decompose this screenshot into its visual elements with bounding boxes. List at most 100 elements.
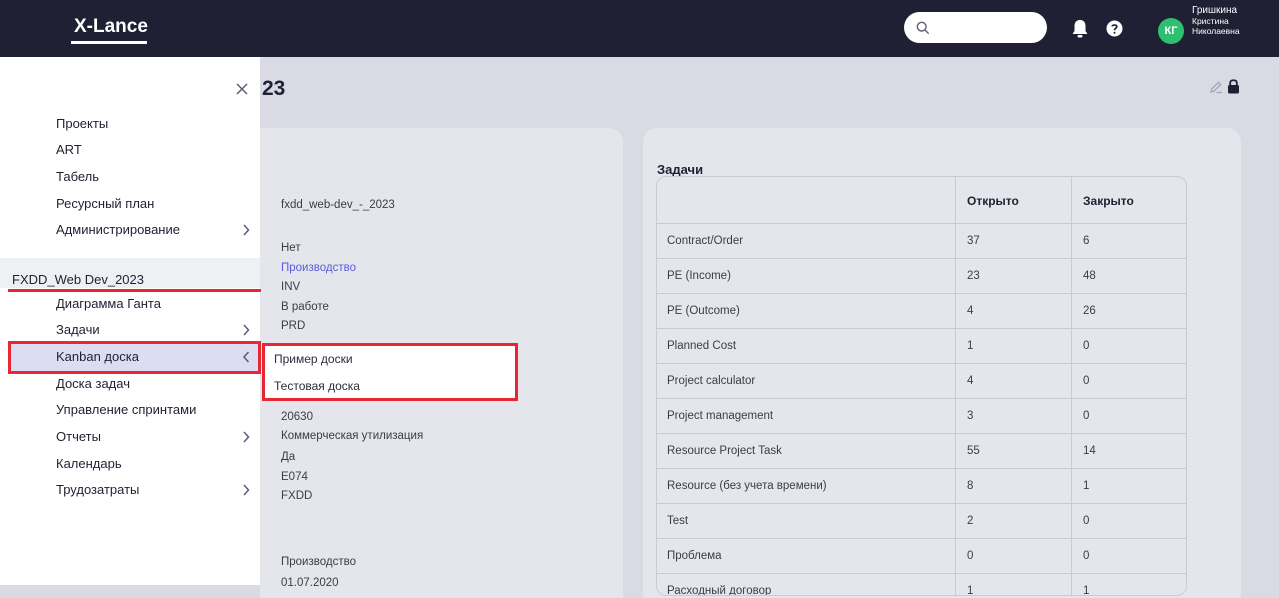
info-value: Да — [281, 451, 296, 463]
kanban-submenu: Пример доски Тестовая доска — [262, 343, 518, 401]
sidebar-item-kanban[interactable]: Kanban доска — [56, 347, 139, 367]
logo-underline — [71, 41, 147, 44]
info-value: Коммерческая утилизация — [281, 430, 424, 442]
column-header-open: Открыто — [967, 194, 1019, 208]
sidebar-item-art[interactable]: ART — [56, 140, 82, 160]
closed-count-cell: 0 — [1083, 550, 1090, 562]
lock-icon[interactable] — [1227, 78, 1240, 94]
sidebar-item-calendar[interactable]: Календарь — [56, 454, 122, 474]
sidebar-item-timesheet[interactable]: Табель — [56, 167, 99, 187]
help-icon[interactable] — [1106, 20, 1123, 37]
close-icon[interactable] — [235, 82, 249, 96]
table-divider — [657, 223, 1186, 224]
avatar[interactable]: КГ — [1158, 18, 1184, 44]
chevron-right-icon[interactable] — [242, 431, 250, 443]
closed-count-cell: 26 — [1083, 305, 1096, 317]
closed-count-cell: 6 — [1083, 235, 1090, 247]
task-type-cell: Project calculator — [667, 375, 756, 387]
closed-count-cell: 48 — [1083, 270, 1096, 282]
info-value: PRD — [281, 320, 306, 332]
sidebar-item-tasks[interactable]: Задачи — [56, 320, 100, 340]
search-input[interactable] — [936, 19, 1040, 36]
table-divider — [657, 503, 1186, 504]
chevron-right-icon[interactable] — [242, 324, 250, 336]
chevron-right-icon[interactable] — [242, 224, 250, 236]
task-type-cell: Расходный договор — [667, 585, 772, 596]
sidebar-item-sprints[interactable]: Управление спринтами — [56, 400, 196, 420]
task-type-cell: Contract/Order — [667, 235, 744, 247]
user-first-name: Кристина — [1192, 16, 1229, 26]
task-type-cell: Planned Cost — [667, 340, 737, 352]
info-value: INV — [281, 281, 301, 293]
table-divider — [657, 538, 1186, 539]
table-divider — [1071, 177, 1072, 595]
tasks-table: Открыто Закрыто Contract/Order 37 6 PE (Inc… — [656, 176, 1187, 596]
table-divider — [657, 293, 1186, 294]
info-code: fxdd_web-dev_-_2023 — [281, 199, 395, 211]
open-count-cell: 37 — [967, 235, 980, 247]
content-header — [260, 57, 1279, 127]
open-count-cell: 8 — [967, 480, 974, 492]
table-divider — [657, 398, 1186, 399]
search-box[interactable] — [904, 12, 1047, 43]
tasks-title: Задачи — [657, 162, 704, 177]
sidebar-item-administration[interactable]: Администрирование — [56, 220, 180, 240]
task-type-cell: PE (Outcome) — [667, 305, 740, 317]
closed-count-cell: 0 — [1083, 340, 1090, 352]
open-count-cell: 55 — [967, 445, 980, 457]
pencil-icon[interactable] — [1209, 80, 1223, 94]
table-divider — [657, 433, 1186, 434]
search-icon — [916, 21, 930, 34]
task-type-cell: Test — [667, 515, 689, 527]
sidebar-item-projects[interactable]: Проекты — [56, 114, 108, 134]
table-divider — [657, 573, 1186, 574]
info-value: FXDD — [281, 490, 313, 502]
open-count-cell: 1 — [967, 340, 974, 352]
sidebar-item-resource-plan[interactable]: Ресурсный план — [56, 194, 154, 214]
closed-count-cell: 0 — [1083, 410, 1090, 422]
highlight-underline — [8, 289, 261, 292]
page-title: 23 — [262, 77, 286, 100]
sidebar-item-gantt[interactable]: Диаграмма Ганта — [56, 294, 161, 314]
user-name[interactable]: Гришкина Кристина Николаевна — [1192, 5, 1272, 37]
table-divider — [657, 363, 1186, 364]
info-value: E074 — [281, 471, 308, 483]
info-link[interactable]: Производство — [281, 261, 356, 275]
info-value: Нет — [281, 242, 301, 254]
user-last-name: Гришкина — [1192, 5, 1238, 16]
info-value: Производство — [281, 556, 356, 568]
user-middle-name: Николаевна — [1192, 26, 1240, 36]
bell-icon[interactable] — [1071, 19, 1089, 39]
column-header-closed: Закрыто — [1083, 194, 1134, 208]
closed-count-cell: 0 — [1083, 375, 1090, 387]
submenu-item-board-example[interactable]: Пример доски — [274, 352, 353, 366]
open-count-cell: 4 — [967, 375, 974, 387]
project-title[interactable]: FXDD_Web Dev_2023 — [12, 270, 144, 290]
closed-count-cell: 14 — [1083, 445, 1096, 457]
app-logo[interactable]: X-Lance — [71, 14, 151, 40]
sidebar-item-task-board[interactable]: Доска задач — [56, 374, 130, 394]
task-type-cell: Resource (без учета времени) — [667, 480, 827, 492]
submenu-item-test-board[interactable]: Тестовая доска — [274, 379, 360, 393]
info-value: 20630 — [281, 411, 313, 423]
closed-count-cell: 1 — [1083, 585, 1090, 596]
open-count-cell: 1 — [967, 585, 974, 596]
table-divider — [657, 328, 1186, 329]
task-type-cell: PE (Income) — [667, 270, 731, 282]
task-type-cell: Resource Project Task — [667, 445, 782, 457]
open-count-cell: 0 — [967, 550, 974, 562]
sidebar-item-reports[interactable]: Отчеты — [56, 427, 101, 447]
task-type-cell: Проблема — [667, 550, 722, 562]
open-count-cell: 3 — [967, 410, 974, 422]
task-type-cell: Project management — [667, 410, 774, 422]
table-divider — [657, 258, 1186, 259]
info-date: 01.07.2020 — [281, 577, 339, 589]
info-value: В работе — [281, 301, 329, 313]
open-count-cell: 23 — [967, 270, 980, 282]
chevron-left-icon[interactable] — [242, 351, 250, 363]
chevron-right-icon[interactable] — [242, 484, 250, 496]
closed-count-cell: 1 — [1083, 480, 1090, 492]
closed-count-cell: 0 — [1083, 515, 1090, 527]
sidebar — [0, 57, 260, 585]
sidebar-item-labor[interactable]: Трудозатраты — [56, 480, 139, 500]
